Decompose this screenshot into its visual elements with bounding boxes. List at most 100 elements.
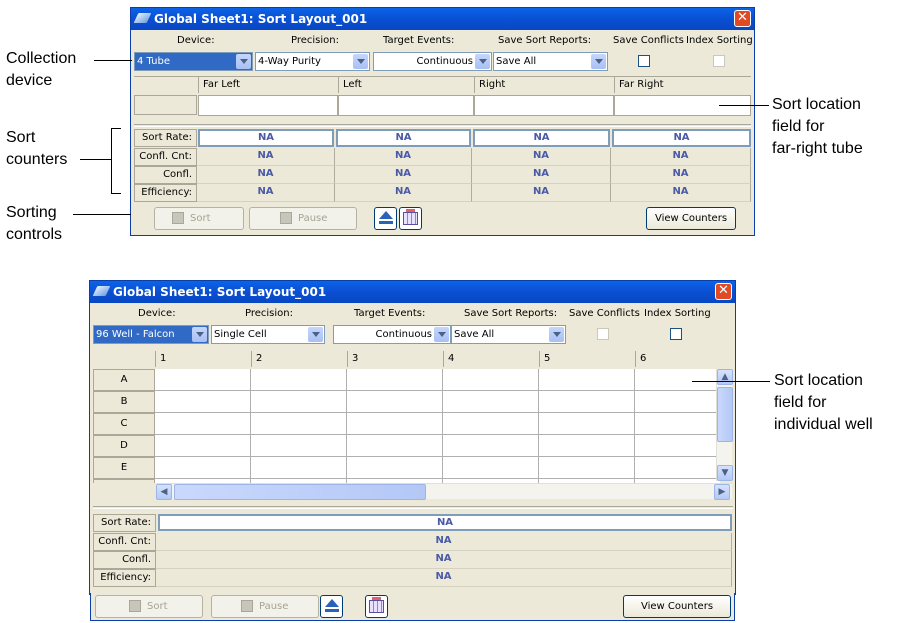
chevron-down-icon[interactable] [434,327,449,342]
chevron-down-icon[interactable] [591,54,606,69]
save-sort-reports-select[interactable]: Save All [493,52,608,71]
column-header: 5 [539,351,635,367]
title-bar[interactable]: Global Sheet1: Sort Layout_001 ✕ [131,8,754,30]
well-sort-location-field[interactable] [155,413,251,435]
well-sort-location-field[interactable] [443,391,539,413]
precision-label: Precision: [245,308,293,319]
view-counters-button[interactable]: View Counters [646,207,736,230]
save-conflicts-label: Save Conflicts [569,308,640,319]
well-sort-location-field[interactable] [347,391,443,413]
sort-location-left[interactable] [338,95,474,116]
well-sort-location-field[interactable] [155,391,251,413]
well-sort-location-field[interactable] [539,457,635,479]
callout-bracket [111,128,121,129]
well-sort-location-field[interactable] [251,413,347,435]
column-header-far-right: Far Right [614,77,751,93]
scroll-up-icon[interactable]: ▲ [717,369,733,385]
well-sort-location-field[interactable] [251,369,347,391]
well-sort-location-field[interactable] [443,457,539,479]
close-button[interactable]: ✕ [734,10,751,27]
pause-button[interactable]: Pause [249,207,357,230]
well-sort-location-field[interactable] [443,413,539,435]
precision-select[interactable]: 4-Way Purity [255,52,370,71]
precision-label: Precision: [291,35,339,46]
column-header: 3 [347,351,443,367]
column-header: 1 [155,351,251,367]
sort-button-label: Sort [147,601,168,612]
column-header: 6 [635,351,731,367]
eject-bar [325,609,339,612]
well-sort-location-field[interactable] [635,413,720,435]
well-sort-location-field[interactable] [155,369,251,391]
view-counters-button[interactable]: View Counters [623,595,731,618]
well-sort-location-field[interactable] [635,457,720,479]
sort-location-right[interactable] [474,95,614,116]
close-button[interactable]: ✕ [715,283,732,300]
chevron-down-icon[interactable] [475,54,490,69]
well-sort-location-field[interactable] [347,457,443,479]
title-bar[interactable]: Global Sheet1: Sort Layout_001 ✕ [90,281,735,303]
row-header: F [93,479,155,483]
device-select[interactable]: 4 Tube [134,52,253,71]
tray-button[interactable] [365,595,388,618]
save-conflicts-checkbox[interactable] [638,55,650,67]
well-sort-location-field[interactable] [443,435,539,457]
well-sort-location-field[interactable] [347,435,443,457]
well-sort-location-field[interactable] [443,369,539,391]
chevron-down-icon[interactable] [236,54,251,69]
chevron-down-icon[interactable] [549,327,564,342]
save-sort-reports-select[interactable]: Save All [451,325,566,344]
tray-button[interactable] [399,207,422,230]
target-events-select[interactable]: Continuous [333,325,451,344]
eject-button[interactable] [320,595,343,618]
scroll-thumb[interactable] [717,387,733,442]
scroll-down-icon[interactable]: ▼ [717,465,733,481]
window-title: Global Sheet1: Sort Layout_001 [154,12,368,26]
device-label: Device: [177,35,215,46]
well-sort-location-field[interactable] [251,391,347,413]
well-sort-location-field[interactable] [539,435,635,457]
sort-button[interactable]: Sort [154,207,244,230]
scroll-right-icon[interactable]: ▶ [714,484,730,500]
index-sorting-checkbox[interactable] [713,55,725,67]
device-select[interactable]: 96 Well - Falcon [93,325,209,344]
horizontal-scrollbar[interactable]: ◀ ▶ [156,483,732,500]
eject-button[interactable] [374,207,397,230]
well-sort-location-field[interactable] [635,391,720,413]
well-sort-location-field[interactable] [539,391,635,413]
well-sort-location-field[interactable] [251,457,347,479]
chevron-down-icon[interactable] [308,327,323,342]
target-events-select[interactable]: Continuous [373,52,492,71]
sort-location-far-left[interactable] [198,95,338,116]
vertical-scrollbar[interactable]: ▲ ▼ [716,369,733,481]
well-sort-location-field[interactable] [635,369,720,391]
pause-button[interactable]: Pause [211,595,319,618]
sort-rate-label: Sort Rate: [93,514,156,532]
column-header: 4 [443,351,539,367]
scroll-left-icon[interactable]: ◀ [156,484,172,500]
callout-sorting-controls-text: Sorting controls [6,204,63,243]
well-sort-location-field[interactable] [347,413,443,435]
sort-button[interactable]: Sort [95,595,203,618]
index-sorting-checkbox[interactable] [670,328,682,340]
callout-sorting-controls: Sorting controls [6,202,62,246]
well-sort-location-field[interactable] [155,435,251,457]
splitter[interactable] [134,124,751,127]
save-conflicts-checkbox[interactable] [597,328,609,340]
well-rows: ABCDEF [90,369,720,483]
precision-select[interactable]: Single Cell [211,325,325,344]
chevron-down-icon[interactable] [353,54,368,69]
splitter[interactable] [93,506,733,509]
window-title: Global Sheet1: Sort Layout_001 [113,285,327,299]
callout-sort-location-tube: Sort location field for far-right tube [772,94,863,160]
scroll-thumb[interactable] [174,484,426,500]
chevron-down-icon[interactable] [192,327,207,342]
well-sort-location-field[interactable] [251,435,347,457]
well-sort-location-field[interactable] [347,369,443,391]
well-sort-location-field[interactable] [155,457,251,479]
conflict-count-value: NA [611,148,751,166]
well-sort-location-field[interactable] [539,369,635,391]
well-sort-location-field[interactable] [539,413,635,435]
sort-rate-value: NA [198,129,334,147]
well-sort-location-field[interactable] [635,435,720,457]
